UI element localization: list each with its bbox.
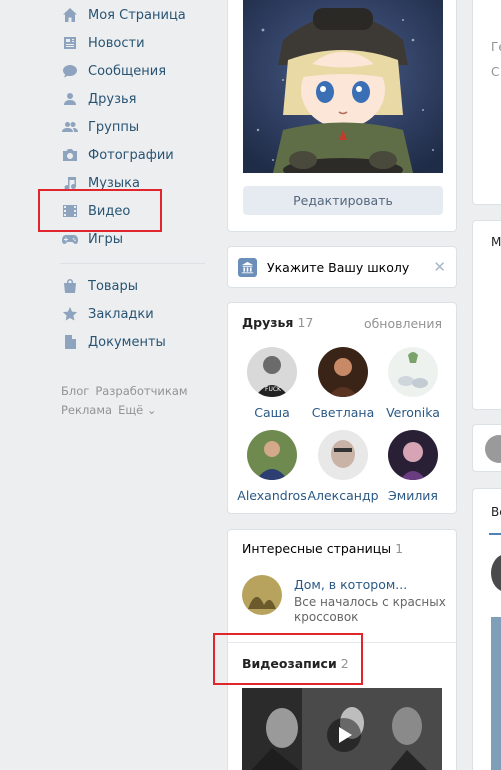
right-info-card: Ге С bbox=[472, 0, 501, 205]
post-avatar bbox=[491, 554, 501, 592]
right-info-text-1: Ге bbox=[491, 40, 501, 54]
messages-icon bbox=[60, 61, 80, 81]
sidebar-item-groups[interactable]: Группы bbox=[56, 113, 206, 141]
friend-avatar bbox=[388, 430, 438, 480]
page-title-link[interactable]: Дом, в котором... bbox=[294, 577, 407, 592]
wall-tab-all[interactable]: Вс bbox=[491, 505, 501, 519]
sidebar-item-goods[interactable]: Товары bbox=[56, 272, 206, 300]
gamepad-icon bbox=[60, 229, 80, 249]
sidebar-item-label: Друзья bbox=[88, 91, 137, 107]
friend-avatar bbox=[318, 430, 368, 480]
friends-title: Друзья bbox=[242, 315, 294, 330]
play-icon[interactable] bbox=[327, 718, 361, 752]
close-icon[interactable]: ✕ bbox=[433, 258, 446, 276]
interesting-count: 1 bbox=[395, 541, 404, 556]
friend-item[interactable]: Светлана bbox=[303, 347, 383, 420]
sidebar-item-documents[interactable]: Документы bbox=[56, 328, 206, 356]
wall-tab-underline bbox=[489, 533, 501, 535]
friend-name: Саша bbox=[254, 405, 290, 420]
sidebar-item-friends[interactable]: Друзья bbox=[56, 85, 206, 113]
friend-avatar: FUCK bbox=[247, 347, 297, 397]
sidebar-item-label: Товары bbox=[88, 278, 139, 294]
sidebar-item-label: Сообщения bbox=[88, 63, 167, 79]
interesting-page-item[interactable]: Дом, в котором... Все началось с красных… bbox=[242, 575, 452, 635]
sidebar-item-label: Моя Страница bbox=[88, 7, 186, 23]
sidebar-item-label: Группы bbox=[88, 119, 140, 135]
composer-avatar bbox=[485, 435, 501, 463]
sidebar-footer-links: Блог Разработчикам Реклама Ещё ⌄ bbox=[61, 382, 194, 420]
friend-avatar bbox=[247, 430, 297, 480]
profile-photo-card: Редактировать bbox=[227, 0, 457, 232]
friend-item[interactable]: Эмилия bbox=[373, 430, 453, 503]
svg-text:FUCK: FUCK bbox=[265, 386, 282, 393]
friend-name: Александр bbox=[307, 488, 379, 503]
friend-item[interactable]: Alexandros bbox=[232, 430, 312, 503]
friend-name: Alexandros bbox=[237, 488, 307, 503]
sidebar-item-bookmarks[interactable]: Закладки bbox=[56, 300, 206, 328]
news-icon bbox=[60, 33, 80, 53]
highlight-box-videos bbox=[213, 633, 363, 685]
sidebar-divider bbox=[60, 263, 205, 264]
sidebar-item-label: Новости bbox=[88, 35, 145, 51]
friend-name: Эмилия bbox=[388, 488, 438, 503]
sidebar-item-label: Игры bbox=[88, 231, 124, 247]
friends-header[interactable]: Друзья 17 bbox=[242, 315, 313, 330]
page-avatar bbox=[242, 575, 282, 615]
footer-link-developers[interactable]: Разработчикам bbox=[95, 384, 187, 398]
sidebar-item-photos[interactable]: Фотографии bbox=[56, 141, 206, 169]
sidebar-item-news[interactable]: Новости bbox=[56, 29, 206, 57]
interesting-title: Интересные страницы bbox=[242, 541, 392, 556]
footer-link-more[interactable]: Ещё ⌄ bbox=[118, 403, 156, 417]
sidebar-item-messages[interactable]: Сообщения bbox=[56, 57, 206, 85]
footer-link-ads[interactable]: Реклама bbox=[61, 403, 112, 417]
right-card-2: М bbox=[472, 220, 501, 410]
friend-item[interactable]: FUCK Саша bbox=[232, 347, 312, 420]
friend-item[interactable]: Veronika bbox=[373, 347, 453, 420]
friend-name: Светлана bbox=[311, 405, 375, 420]
edit-profile-button[interactable]: Редактировать bbox=[243, 186, 443, 215]
page-description: Все началось с красных кроссовок bbox=[294, 595, 446, 624]
sidebar-item-label: Документы bbox=[88, 334, 166, 350]
footer-link-blog[interactable]: Блог bbox=[61, 384, 89, 398]
right-post-composer[interactable] bbox=[472, 424, 501, 472]
school-prompt-text: Укажите Вашу школу bbox=[267, 259, 410, 275]
school-prompt-card[interactable]: Укажите Вашу школу ✕ bbox=[227, 246, 457, 288]
interesting-header[interactable]: Интересные страницы 1 bbox=[242, 541, 403, 556]
right-wall-card: Вс bbox=[472, 488, 501, 770]
camera-icon bbox=[60, 145, 80, 165]
sidebar-item-label: Фотографии bbox=[88, 147, 174, 163]
document-icon bbox=[60, 332, 80, 352]
friend-item[interactable]: Александр bbox=[303, 430, 383, 503]
school-building-icon bbox=[238, 257, 257, 277]
bag-icon bbox=[60, 276, 80, 296]
sidebar-item-label: Закладки bbox=[88, 306, 154, 322]
friends-count: 17 bbox=[297, 315, 314, 330]
groups-icon bbox=[60, 117, 80, 137]
home-icon bbox=[60, 5, 80, 25]
friends-updates-link[interactable]: обновления bbox=[364, 316, 442, 331]
highlight-box-video bbox=[38, 189, 162, 232]
friend-avatar bbox=[388, 347, 438, 397]
post-image[interactable] bbox=[491, 617, 501, 770]
friends-card: Друзья 17 обновления FUCK Саша Светлана V… bbox=[227, 302, 457, 514]
star-icon bbox=[60, 304, 80, 324]
video-thumbnail[interactable] bbox=[242, 688, 442, 770]
friend-avatar bbox=[318, 347, 368, 397]
friends-icon bbox=[60, 89, 80, 109]
friend-name: Veronika bbox=[386, 405, 440, 420]
profile-photo[interactable] bbox=[243, 0, 443, 173]
right-info-text-2: С bbox=[491, 65, 500, 79]
right-card-2-text: М bbox=[491, 235, 501, 249]
sidebar-item-my-page[interactable]: Моя Страница bbox=[56, 1, 206, 29]
